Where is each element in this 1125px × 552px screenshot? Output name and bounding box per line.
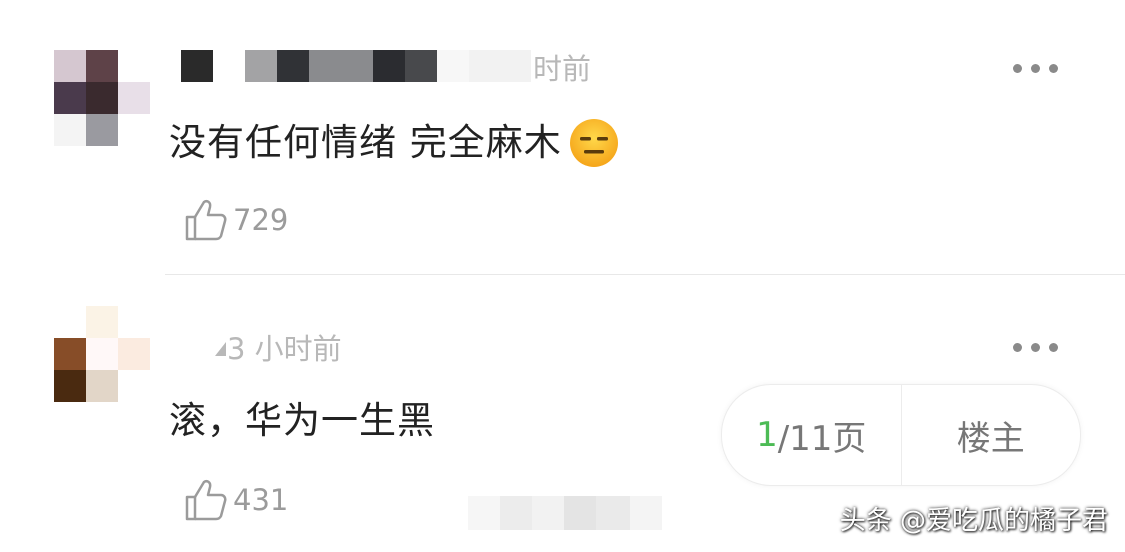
triangle-marker-icon	[215, 342, 226, 356]
watermark: 头条 @爱吃瓜的橘子君	[839, 506, 1108, 536]
redacted-strip	[468, 496, 662, 530]
expressionless-face-icon	[569, 119, 618, 167]
owner-only-label: 楼主	[956, 418, 1025, 459]
thumbs-up-icon	[185, 479, 227, 521]
comment-time: 时前	[533, 52, 592, 86]
like-button[interactable]: 431	[183, 477, 288, 523]
more-options-icon[interactable]	[1013, 61, 1059, 75]
comment-text: 滚，华为一生黑	[169, 399, 435, 442]
more-options-icon[interactable]	[1013, 340, 1059, 354]
divider	[165, 274, 1125, 275]
avatar[interactable]	[54, 50, 150, 146]
thumbs-up-icon	[185, 199, 227, 241]
comment-time: 3 小时前	[227, 332, 342, 366]
page-indicator-button[interactable]: 1/11页	[722, 385, 901, 485]
like-button[interactable]: 729	[183, 197, 288, 243]
comment-text: 没有任何情绪 完全麻木	[169, 121, 562, 164]
total-pages: /11页	[777, 418, 867, 459]
avatar[interactable]	[54, 306, 150, 402]
page-navigator: 1/11页 楼主	[721, 384, 1081, 486]
username-redacted[interactable]	[181, 50, 531, 82]
current-page: 1	[756, 415, 778, 455]
owner-only-button[interactable]: 楼主	[902, 385, 1081, 485]
like-count: 431	[233, 483, 289, 517]
like-count: 729	[233, 203, 289, 237]
